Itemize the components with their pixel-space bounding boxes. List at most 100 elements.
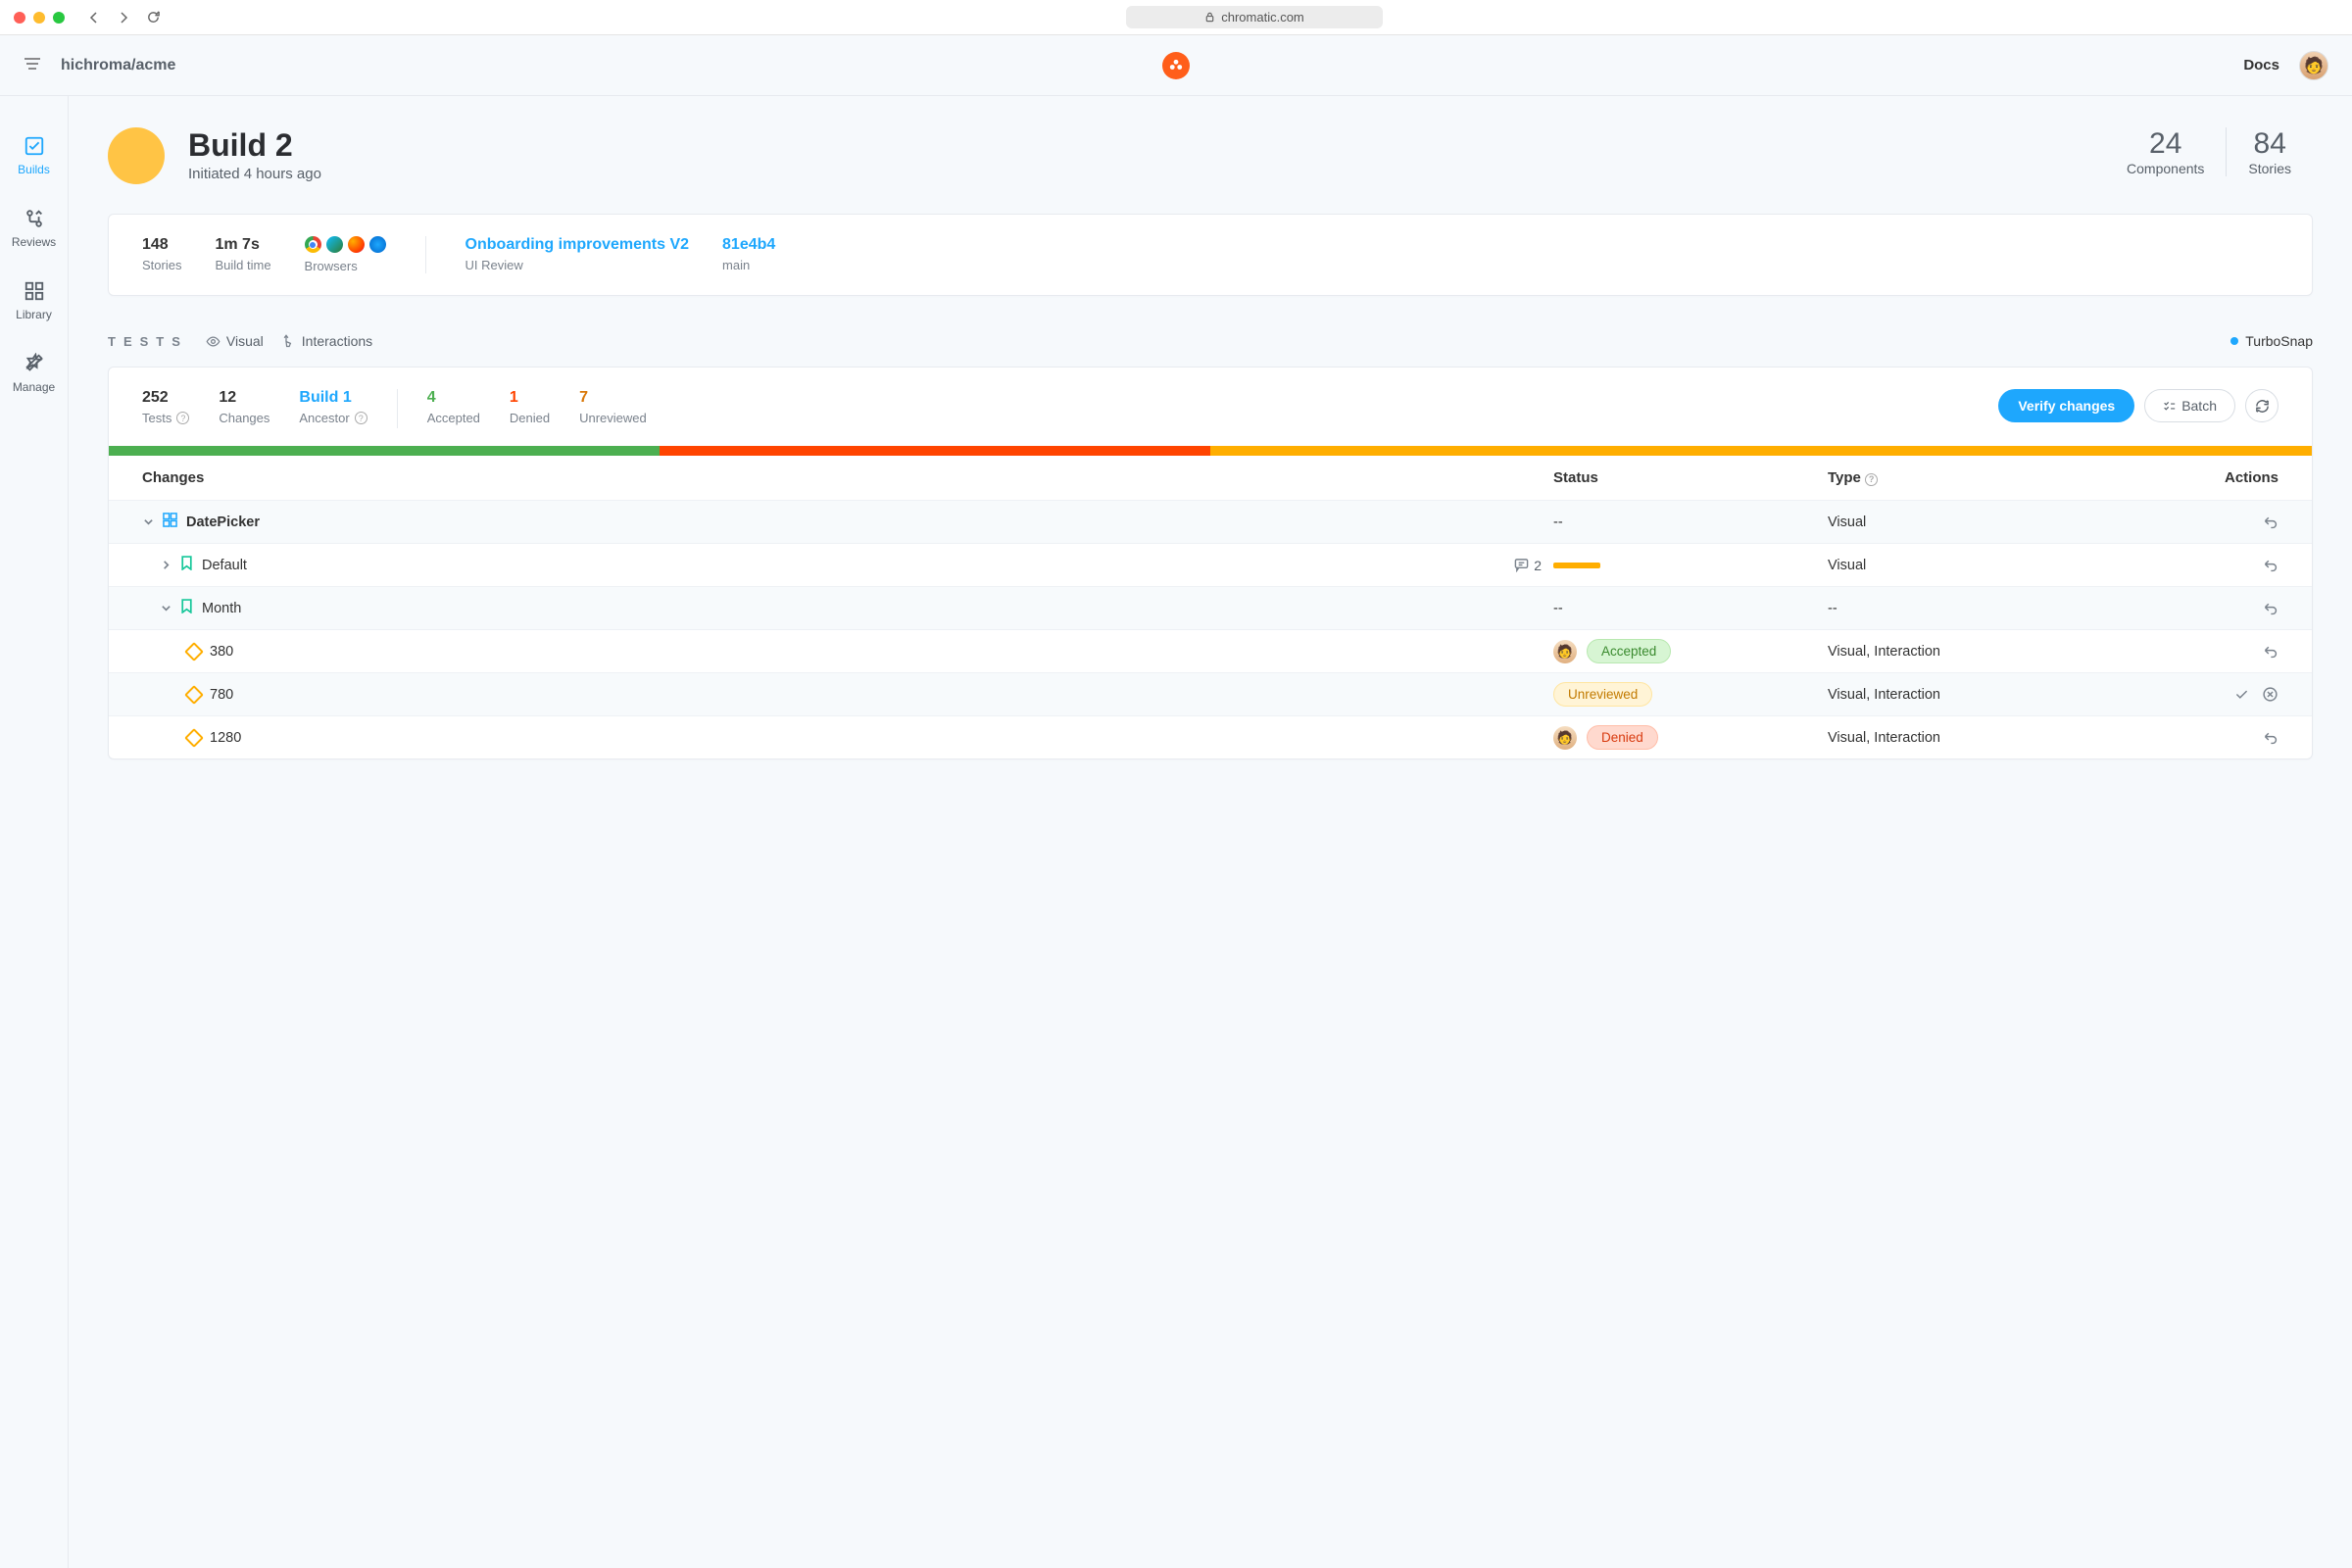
refresh-button[interactable] (2245, 389, 2278, 422)
lock-icon (1204, 12, 1215, 23)
divider (397, 389, 398, 428)
manage-icon (24, 353, 45, 374)
th-actions: Actions (2161, 469, 2278, 486)
sidebar-item-manage[interactable]: Manage (0, 339, 68, 412)
info-value: 148 (142, 236, 181, 254)
close-window-icon[interactable] (14, 12, 25, 24)
info-label: Browsers (305, 259, 386, 273)
status-badge: Accepted (1587, 639, 1671, 663)
build-header: Build 2 Initiated 4 hours ago 24 Compone… (108, 127, 2313, 184)
maximize-window-icon[interactable] (53, 12, 65, 24)
comment-icon (1514, 558, 1529, 572)
undo-icon[interactable] (2262, 643, 2278, 660)
table-row[interactable]: DatePicker -- Visual (109, 500, 2312, 543)
info-commit[interactable]: 81e4b4 main (722, 236, 775, 272)
chevron-down-icon[interactable] (142, 516, 154, 527)
info-review[interactable]: Onboarding improvements V2 UI Review (466, 236, 689, 272)
stat-unreviewed: 7 Unreviewed (579, 389, 647, 425)
filter-label: Interactions (302, 333, 372, 349)
forward-button[interactable] (112, 6, 135, 29)
reload-button[interactable] (141, 6, 165, 29)
stat-accepted: 4 Accepted (427, 389, 480, 425)
help-icon[interactable]: ? (355, 412, 368, 424)
turbosnap-dot-icon (2230, 337, 2238, 345)
row-name: Month (202, 601, 241, 616)
deny-icon[interactable] (2262, 686, 2278, 703)
stat-value: 84 (2248, 127, 2291, 161)
table-row[interactable]: 780 Unreviewed Visual, Interaction (109, 672, 2312, 715)
sidebar-item-builds[interactable]: Builds (0, 122, 68, 194)
build-subtitle: Initiated 4 hours ago (188, 166, 321, 182)
stat-label: Changes (219, 411, 270, 425)
status-bar (1553, 563, 1600, 568)
table-row[interactable]: Default 2 Visual (109, 543, 2312, 586)
minimize-window-icon[interactable] (33, 12, 45, 24)
url-text: chromatic.com (1221, 10, 1304, 24)
diamond-icon (184, 642, 204, 662)
stat-label: Accepted (427, 411, 480, 425)
table-header: Changes Status Type ? Actions (109, 456, 2312, 500)
undo-icon[interactable] (2262, 514, 2278, 530)
reviewer-avatar: 🧑 (1553, 640, 1577, 663)
build-status-dot (108, 127, 165, 184)
turbosnap-label: TurboSnap (2245, 333, 2313, 349)
undo-icon[interactable] (2262, 557, 2278, 573)
eye-icon (206, 334, 220, 349)
sidebar-item-reviews[interactable]: Reviews (0, 194, 68, 267)
stat-value: 252 (142, 389, 189, 407)
stat-changes: 12 Changes (219, 389, 270, 425)
tests-bar: TESTS Visual Interactions TurboSnap (108, 333, 2313, 349)
menu-icon[interactable] (24, 57, 41, 74)
back-button[interactable] (82, 6, 106, 29)
chromatic-logo-icon[interactable] (1162, 52, 1190, 79)
stat-value: 12 (219, 389, 270, 407)
help-icon[interactable]: ? (1865, 473, 1878, 486)
bookmark-icon (180, 599, 193, 617)
accept-icon[interactable] (2233, 686, 2250, 703)
library-icon (24, 280, 45, 302)
diamond-icon (184, 685, 204, 705)
component-icon (163, 513, 177, 531)
row-status: -- (1553, 601, 1828, 616)
user-avatar[interactable]: 🧑 (2299, 51, 2328, 80)
breadcrumb[interactable]: hichroma/acme (61, 57, 175, 74)
info-buildtime: 1m 7s Build time (215, 236, 270, 272)
sidebar-item-library[interactable]: Library (0, 267, 68, 339)
row-type: Visual, Interaction (1828, 730, 2161, 746)
chevron-right-icon[interactable] (160, 560, 172, 570)
stat-denied: 1 Denied (510, 389, 550, 425)
th-status: Status (1553, 469, 1828, 486)
chevron-down-icon[interactable] (160, 603, 172, 613)
verify-changes-button[interactable]: Verify changes (1998, 389, 2134, 422)
refresh-icon (2255, 399, 2270, 414)
stat-label: Unreviewed (579, 411, 647, 425)
turbosnap-indicator[interactable]: TurboSnap (2230, 333, 2313, 349)
stat-value: 1 (510, 389, 550, 407)
row-type: Visual (1828, 514, 2161, 530)
help-icon[interactable]: ? (176, 412, 189, 424)
stat-label: Ancestor (299, 411, 349, 425)
progress-accepted (109, 446, 660, 456)
stat-value: Build 1 (299, 389, 367, 407)
table-row[interactable]: 1280 🧑 Denied Visual, Interaction (109, 715, 2312, 759)
undo-icon[interactable] (2262, 600, 2278, 616)
table-row[interactable]: 380 🧑 Accepted Visual, Interaction (109, 629, 2312, 672)
table-row[interactable]: Month -- -- (109, 586, 2312, 629)
batch-button[interactable]: Batch (2144, 389, 2235, 422)
progress-denied (660, 446, 1210, 456)
filter-visual[interactable]: Visual (206, 333, 264, 349)
status-badge: Denied (1587, 725, 1658, 750)
docs-link[interactable]: Docs (2243, 57, 2279, 74)
comment-value: 2 (1534, 558, 1542, 573)
info-browsers: Browsers (305, 236, 386, 273)
comment-count[interactable]: 2 (1514, 558, 1542, 573)
url-bar[interactable]: chromatic.com (171, 6, 2338, 28)
filter-label: Visual (226, 333, 264, 349)
filter-interactions[interactable]: Interactions (281, 333, 372, 349)
undo-icon[interactable] (2262, 729, 2278, 746)
sidebar-label: Builds (18, 163, 50, 176)
stat-ancestor[interactable]: Build 1 Ancestor? (299, 389, 367, 425)
row-name: DatePicker (186, 514, 260, 530)
info-label: Stories (142, 258, 181, 272)
stat-value: 7 (579, 389, 647, 407)
